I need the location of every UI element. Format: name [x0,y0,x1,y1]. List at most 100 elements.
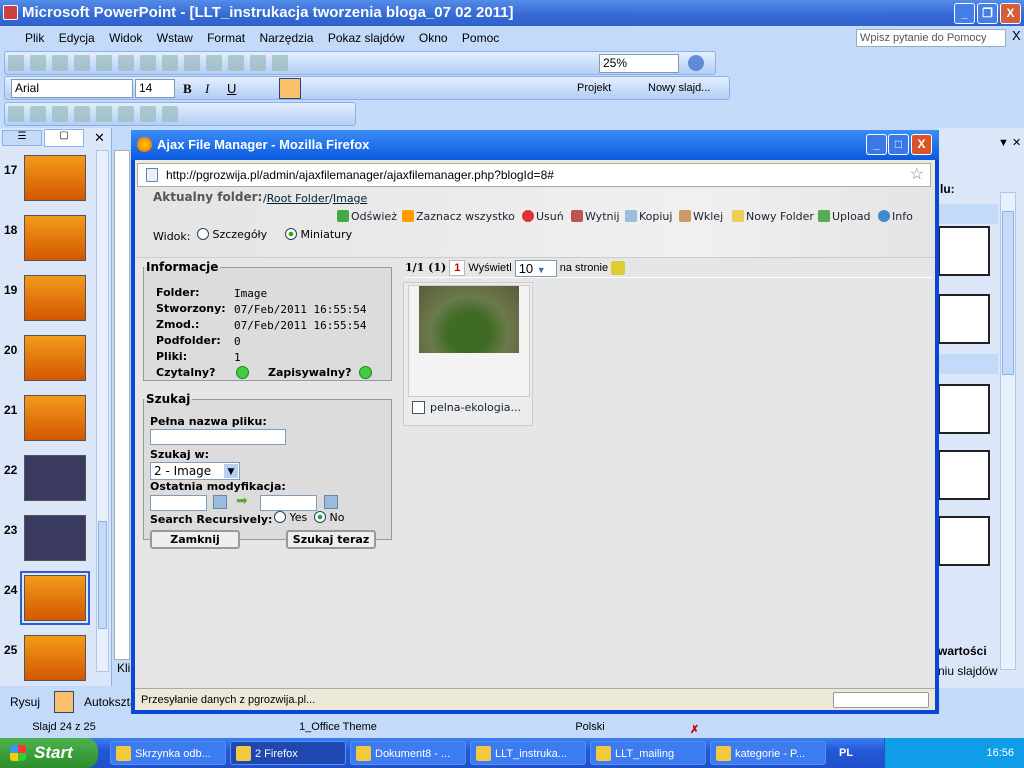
page-link[interactable]: 1 [449,260,466,276]
restore-button[interactable]: ❐ [977,3,998,24]
table-icon[interactable] [250,55,266,71]
brightness-icon[interactable] [74,106,90,122]
start-button[interactable]: Start [0,738,98,768]
radio[interactable] [274,511,286,523]
slides-tab[interactable]: ▢ [44,129,84,147]
task-pane-scrollbar[interactable] [1000,192,1016,670]
slide-thumbnail[interactable] [24,395,86,441]
breadcrumb-root[interactable]: Root Folder [267,192,329,205]
new-folder-button[interactable]: Nowy Folder [732,210,814,223]
view-thumbnails-radio[interactable]: Miniatury [285,228,352,241]
file-checkbox[interactable] [412,401,425,414]
undo-icon[interactable] [184,55,200,71]
crop-icon[interactable] [96,106,112,122]
close-button[interactable]: X [1000,3,1021,24]
paste-icon[interactable] [162,55,178,71]
draw-menu-button[interactable]: Rysuj [10,695,40,709]
insert-picture-icon[interactable] [8,106,24,122]
taskbar-item[interactable]: LLT_instruka... [470,741,586,765]
recursive-no-radio[interactable]: No [314,511,344,524]
layout-thumb[interactable] [938,516,990,566]
slide-thumbnail[interactable] [24,275,86,321]
menu-edycja[interactable]: Edycja [59,31,95,45]
maximize-button[interactable]: □ [888,134,909,155]
font-size-select[interactable]: 14 [135,79,175,98]
breadcrumb-image[interactable]: Image [333,192,367,205]
taskbar-item[interactable]: LLT_mailing [590,741,706,765]
align-left-button[interactable] [279,78,301,99]
radio[interactable] [197,228,209,240]
slide-thumbnail[interactable] [24,335,86,381]
slide-thumbnail[interactable] [20,571,90,625]
minimize-button[interactable]: _ [866,134,887,155]
chart-icon[interactable] [228,55,244,71]
print-icon[interactable] [74,55,90,71]
outline-tab[interactable]: ☰ [2,130,42,146]
menu-wstaw[interactable]: Wstaw [157,31,193,45]
spellcheck-icon[interactable] [96,55,112,71]
menu-pokaz[interactable]: Pokaz slajdów [328,31,405,45]
help-icon[interactable] [688,55,704,71]
zoom-select[interactable]: 25% [599,54,679,73]
language-indicator[interactable]: PL [839,738,853,768]
modified-to-input[interactable] [260,495,317,511]
filename-input[interactable] [150,429,286,445]
cut-button[interactable]: Wytnij [571,210,620,223]
menu-plik[interactable]: Plik [25,31,44,45]
close-document-icon[interactable]: X [1012,28,1021,43]
search-now-button[interactable]: Szukaj teraz [286,530,376,549]
folder-up-icon[interactable] [611,261,626,276]
url-bar[interactable]: http://pgrozwija.pl/admin/ajaxfilemanage… [137,163,931,187]
notes-text[interactable]: Kli [117,661,130,675]
layout-thumb[interactable] [938,294,990,344]
slide-thumbnail[interactable] [24,155,86,201]
slides-scrollbar[interactable] [96,150,109,672]
color-icon[interactable] [30,106,46,122]
open-icon[interactable] [30,55,46,71]
select-pointer-button[interactable] [54,691,74,713]
task-pane-menu-icon[interactable]: ▼ ✕ [998,136,1021,149]
delete-button[interactable]: Usuń [522,210,564,223]
modified-from-input[interactable] [150,495,207,511]
layout-thumb[interactable] [938,450,990,500]
line-style-icon[interactable] [140,106,156,122]
slide-thumbnail[interactable] [24,635,86,681]
save-icon[interactable] [52,55,68,71]
taskbar-item[interactable]: kategorie - P... [710,741,826,765]
new-icon[interactable] [8,55,24,71]
menu-pomoc[interactable]: Pomoc [462,31,499,45]
layout-thumb[interactable] [938,384,990,434]
menu-narzedzia[interactable]: Narzędzia [259,31,313,45]
copy-icon[interactable] [140,55,156,71]
calendar-icon[interactable] [213,495,227,509]
recursive-yes-radio[interactable]: Yes [274,511,307,524]
close-search-button[interactable]: Zamknij [150,530,240,549]
refresh-button[interactable]: Odśwież [337,210,397,223]
file-name[interactable]: pelna-ekologia... [430,401,521,414]
car-thumbnail-image[interactable] [419,286,519,353]
grid-icon[interactable] [272,55,288,71]
underline-button[interactable]: U [227,81,236,96]
file-item[interactable]: pelna-ekologia... [403,282,533,426]
close-pane-icon[interactable]: ✕ [94,130,105,146]
help-search-input[interactable]: Wpisz pytanie do Pomocy [856,29,1006,47]
slide-thumbnail[interactable] [24,215,86,261]
close-button[interactable]: X [911,134,932,155]
copy-button[interactable]: Kopiuj [625,210,672,223]
per-page-select[interactable]: 10 ▼ [514,259,557,277]
radio[interactable] [285,228,297,240]
design-button[interactable]: Projekt [577,82,611,94]
slide-thumbnail[interactable] [24,515,86,561]
select-all-button[interactable]: Zaznacz wszystko [402,210,515,223]
minimize-button[interactable]: _ [954,3,975,24]
rotate-icon[interactable] [118,106,134,122]
layout-thumb[interactable] [938,226,990,276]
new-slide-button[interactable]: Nowy slajd... [648,82,710,94]
compress-icon[interactable] [162,106,178,122]
taskbar-item[interactable]: Skrzynka odb... [110,741,226,765]
view-details-radio[interactable]: Szczegóły [197,228,267,241]
italic-button[interactable]: I [205,81,209,97]
calendar-icon[interactable] [324,495,338,509]
upload-button[interactable]: Upload [818,210,871,223]
menu-format[interactable]: Format [207,31,245,45]
